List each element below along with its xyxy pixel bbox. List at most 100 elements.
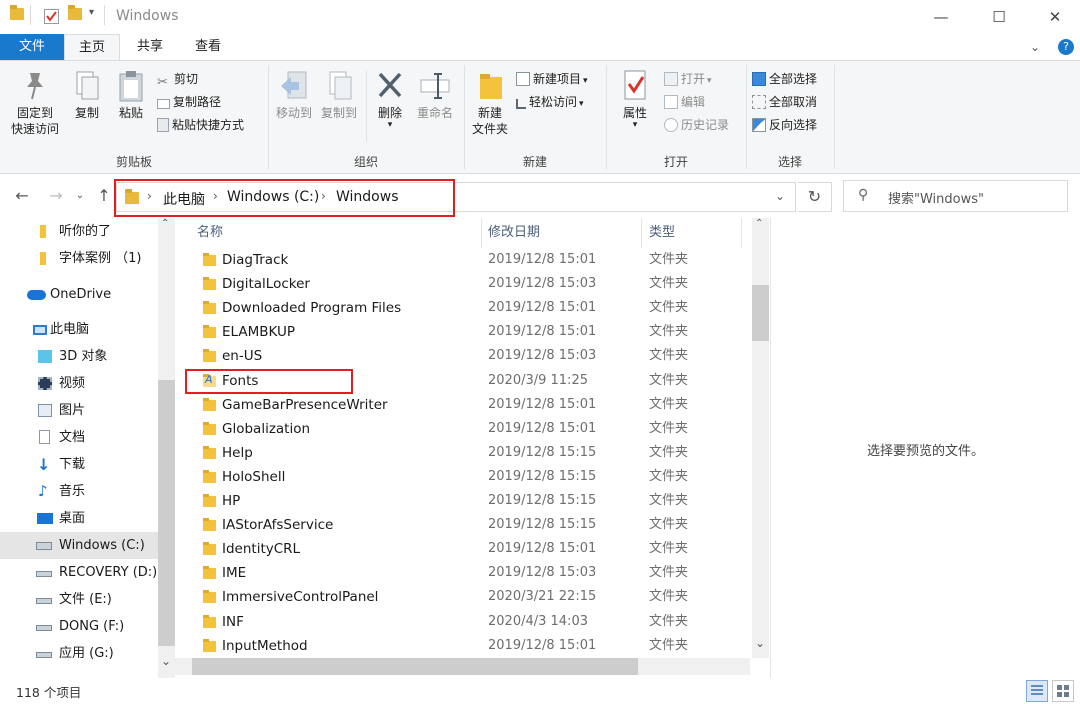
select-all-button[interactable]: 全部选择 xyxy=(752,69,817,89)
large-icons-view-icon[interactable] xyxy=(1052,680,1074,702)
paste-button[interactable]: 粘贴 xyxy=(110,69,152,121)
close-button[interactable]: ✕ xyxy=(1032,0,1078,34)
move-to-button[interactable]: 移动到 xyxy=(272,69,316,121)
nav-item-drive-e[interactable]: 文件 (E:) xyxy=(0,586,158,613)
properties-button[interactable]: 属性 ▾ xyxy=(612,69,658,130)
column-header-date[interactable]: 修改日期 xyxy=(488,218,540,248)
minimize-button[interactable]: — xyxy=(918,0,964,34)
up-button[interactable]: ↑ xyxy=(94,184,114,208)
file-row[interactable]: GameBarPresenceWriter 2019/12/8 15:01 文件夹 xyxy=(175,393,750,417)
nav-item-videos[interactable]: 视频 xyxy=(0,370,158,397)
column-header-name[interactable]: 名称 xyxy=(197,218,223,248)
file-row[interactable]: Downloaded Program Files 2019/12/8 15:01 文… xyxy=(175,296,750,320)
easy-access-button[interactable]: 轻松访问 ▾ xyxy=(516,92,584,112)
file-row[interactable]: IAStorAfsService 2019/12/8 15:15 文件夹 xyxy=(175,513,750,537)
horizontal-scroll-thumb[interactable] xyxy=(192,658,638,675)
select-none-button[interactable]: 全部取消 xyxy=(752,92,817,112)
scroll-up-icon[interactable]: ⌃ xyxy=(161,218,169,229)
nav-item-drive-g[interactable]: 应用 (G:) xyxy=(0,640,158,667)
nav-item-folder[interactable]: 听你的了 xyxy=(0,218,158,245)
file-row[interactable]: Help 2019/12/8 15:15 文件夹 xyxy=(175,441,750,465)
details-view-icon[interactable] xyxy=(1026,680,1048,702)
file-row[interactable]: DiagTrack 2019/12/8 15:01 文件夹 xyxy=(175,248,750,272)
new-folder-quick-icon[interactable] xyxy=(68,5,82,24)
edit-button[interactable]: 编辑 xyxy=(664,92,705,112)
help-icon[interactable]: ? xyxy=(1058,39,1074,55)
tab-home[interactable]: 主页 xyxy=(64,34,120,60)
expand-ribbon-icon[interactable]: ⌄ xyxy=(1030,40,1040,54)
column-divider[interactable] xyxy=(641,218,642,248)
nav-item-pictures[interactable]: 图片 xyxy=(0,397,158,424)
file-row[interactable]: en-US 2019/12/8 15:03 文件夹 xyxy=(175,344,750,368)
nav-item-desktop[interactable]: 桌面 xyxy=(0,505,158,532)
file-row[interactable]: IdentityCRL 2019/12/8 15:01 文件夹 xyxy=(175,537,750,561)
nav-scroll-thumb[interactable] xyxy=(158,380,175,646)
rename-button[interactable]: 重命名 xyxy=(412,69,458,121)
nav-item-drive-c[interactable]: Windows (C:) xyxy=(0,532,158,559)
nav-item-drive-f[interactable]: DONG (F:) xyxy=(0,613,158,640)
file-row[interactable]: HP 2019/12/8 15:15 文件夹 xyxy=(175,489,750,513)
pin-label: 固定到 快速访问 xyxy=(10,106,59,136)
recent-locations-icon[interactable]: ⌄ xyxy=(70,184,90,208)
history-button[interactable]: 历史记录 xyxy=(664,115,729,135)
file-row[interactable]: ImmersiveControlPanel 2020/3/21 22:15 文件夹 xyxy=(175,585,750,609)
column-divider[interactable] xyxy=(481,218,482,248)
open-icon xyxy=(664,72,678,86)
copy-to-button[interactable]: 复制到 xyxy=(317,69,361,121)
file-row[interactable]: Globalization 2019/12/8 15:01 文件夹 xyxy=(175,417,750,441)
scroll-down-icon[interactable]: ⌄ xyxy=(755,636,765,650)
open-label: 打开 xyxy=(681,72,706,86)
cut-button[interactable]: ✂ 剪切 xyxy=(157,69,198,90)
open-button[interactable]: 打开 ▾ xyxy=(664,69,712,89)
file-row[interactable]: ELAMBKUP 2019/12/8 15:01 文件夹 xyxy=(175,320,750,344)
tab-share[interactable]: 共享 xyxy=(124,34,176,60)
scroll-up-icon[interactable]: ⌃ xyxy=(755,218,763,229)
file-row[interactable]: DigitalLocker 2019/12/8 15:03 文件夹 xyxy=(175,272,750,296)
nav-item-documents[interactable]: 文档 xyxy=(0,424,158,451)
file-row[interactable]: IME 2019/12/8 15:03 文件夹 xyxy=(175,561,750,585)
column-header-type[interactable]: 类型 xyxy=(649,218,675,248)
copy-path-button[interactable]: 复制路径 xyxy=(157,92,221,112)
column-divider[interactable] xyxy=(741,218,742,248)
properties-icon xyxy=(612,69,658,105)
refresh-button[interactable]: ↻ xyxy=(798,182,832,212)
delete-dropdown-icon[interactable]: ▾ xyxy=(370,121,410,130)
nav-item-drive-d[interactable]: RECOVERY (D:) xyxy=(0,559,158,586)
file-name: en-US xyxy=(222,348,263,365)
file-list-scroll-thumb[interactable] xyxy=(752,285,769,341)
folder-icon xyxy=(203,277,216,291)
nav-item-folder[interactable]: 字体案例 （1) xyxy=(0,245,158,272)
nav-item-downloads[interactable]: ↓ 下载 xyxy=(0,451,158,478)
new-folder-button[interactable]: 新建 文件夹 xyxy=(466,69,514,137)
nav-item-music[interactable]: ♪ 音乐 xyxy=(0,478,158,505)
file-row[interactable]: HoloShell 2019/12/8 15:15 文件夹 xyxy=(175,465,750,489)
nav-item-onedrive[interactable]: OneDrive xyxy=(0,281,158,308)
sort-indicator-icon: ⌃ xyxy=(331,218,340,225)
scroll-down-icon[interactable]: ⌄ xyxy=(161,654,171,668)
nav-item-3d-objects[interactable]: 3D 对象 xyxy=(0,343,158,370)
nav-item-this-pc[interactable]: 此电脑 xyxy=(0,316,158,343)
tab-view[interactable]: 查看 xyxy=(182,34,234,60)
file-list-scrollbar[interactable]: ⌃ ⌄ xyxy=(752,218,769,658)
new-item-button[interactable]: 新建项目 ▾ xyxy=(516,69,588,89)
back-button[interactable]: ← xyxy=(12,184,32,208)
address-row: ← → ⌄ ↑ › 此电脑 › Windows (C:) › Windows ⌄… xyxy=(0,174,1080,218)
search-input[interactable]: 搜索"Windows" xyxy=(888,188,984,207)
tab-file[interactable]: 文件 xyxy=(0,34,64,60)
delete-button[interactable]: 删除 ▾ xyxy=(370,69,410,130)
properties-quick-icon[interactable] xyxy=(44,9,59,28)
invert-selection-button[interactable]: 反向选择 xyxy=(752,115,817,135)
maximize-button[interactable]: ☐ xyxy=(976,0,1022,34)
forward-button[interactable]: → xyxy=(46,184,66,208)
copy-button[interactable]: 复制 xyxy=(68,69,106,121)
address-history-dropdown-icon[interactable]: ⌄ xyxy=(775,189,785,203)
copy-to-icon xyxy=(317,69,361,105)
pin-quick-access-button[interactable]: 固定到 快速访问 xyxy=(4,69,66,137)
paste-shortcut-button[interactable]: 粘贴快捷方式 xyxy=(157,115,244,135)
file-row[interactable]: INF 2020/4/3 14:03 文件夹 xyxy=(175,610,750,634)
search-box[interactable]: ⚲ 搜索"Windows" xyxy=(843,180,1068,212)
properties-dropdown-icon[interactable]: ▾ xyxy=(612,121,658,130)
file-row[interactable]: InputMethod 2019/12/8 15:01 文件夹 xyxy=(175,634,750,658)
customize-toolbar-icon[interactable]: ▾ xyxy=(89,7,94,18)
file-type: 文件夹 xyxy=(649,637,689,653)
